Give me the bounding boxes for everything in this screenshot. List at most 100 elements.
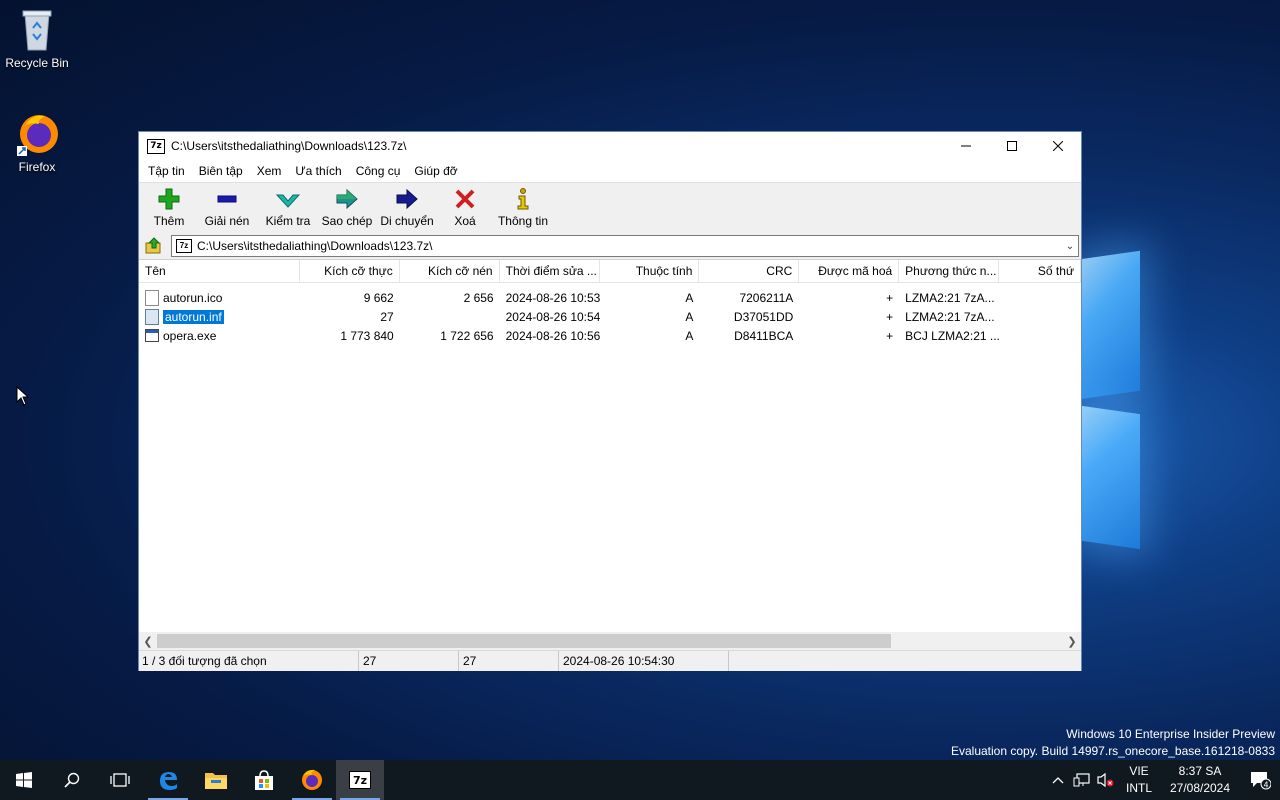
- file-crc: D37051DD: [733, 309, 794, 324]
- col-header-packed-size[interactable]: Kích cỡ nén: [400, 260, 500, 282]
- edge-icon: [160, 772, 177, 790]
- delete-button-label: Xoá: [454, 214, 476, 228]
- file-attributes: A: [685, 328, 694, 343]
- test-button-label: Kiểm tra: [265, 214, 311, 228]
- col-header-size[interactable]: Kích cỡ thực: [300, 260, 400, 282]
- scroll-thumb[interactable]: [157, 634, 891, 648]
- scroll-left-arrow-icon[interactable]: ❮: [139, 635, 157, 648]
- search-icon: [64, 772, 80, 788]
- up-folder-button[interactable]: [143, 235, 165, 257]
- menu-bar: Tập tin Biên tập Xem Ưa thích Công cụ Gi…: [139, 160, 1081, 182]
- 7zip-app-icon: 7z: [147, 138, 165, 154]
- chevron-down-icon[interactable]: ⌄: [1062, 241, 1078, 252]
- menu-help[interactable]: Giúp đỡ: [407, 164, 464, 178]
- task-view-button[interactable]: [96, 760, 144, 800]
- network-button[interactable]: [1070, 760, 1094, 800]
- col-header-index[interactable]: Số thứ: [999, 260, 1081, 282]
- keyboard-layout: INTL: [1125, 781, 1152, 795]
- file-encrypted: +: [886, 309, 894, 324]
- file-row[interactable]: autorun.ico 9 662 2 656 2024-08-26 10:53…: [139, 288, 1081, 307]
- status-modified: 2024-08-26 10:54:30: [559, 651, 729, 671]
- desktop-icon-firefox[interactable]: Firefox: [0, 112, 74, 174]
- add-button-label: Thêm: [153, 214, 185, 228]
- file-row-selected[interactable]: autorun.inf 27 2024-08-26 10:54 A D37051…: [139, 307, 1081, 326]
- exe-file-icon: [145, 329, 159, 342]
- show-hidden-icons-button[interactable]: [1046, 760, 1070, 800]
- horizontal-scrollbar[interactable]: ❮ ❯: [139, 632, 1081, 650]
- file-method: LZMA2:21 7zA...: [905, 309, 995, 324]
- col-header-encrypted[interactable]: Được mã hoá: [799, 260, 900, 282]
- file-list-header: Tên Kích cỡ thực Kích cỡ nén Thời điểm s…: [139, 260, 1081, 283]
- action-center-button[interactable]: 4: [1240, 760, 1280, 800]
- taskbar-file-explorer[interactable]: [192, 760, 240, 800]
- status-bar: 1 / 3 đối tượng đã chọn 27 27 2024-08-26…: [139, 650, 1081, 671]
- search-button[interactable]: [48, 760, 96, 800]
- file-attributes: A: [685, 290, 694, 305]
- move-button[interactable]: Di chuyển: [379, 183, 435, 229]
- col-header-attributes[interactable]: Thuộc tính: [600, 260, 700, 282]
- maximize-button[interactable]: [989, 132, 1035, 160]
- file-crc: 7206211A: [739, 290, 794, 305]
- menu-edit[interactable]: Biên tập: [192, 164, 250, 178]
- close-button[interactable]: [1035, 132, 1081, 160]
- file-list: Tên Kích cỡ thực Kích cỡ nén Thời điểm s…: [139, 260, 1081, 632]
- clock-date: 27/08/2024: [1169, 781, 1231, 795]
- desktop-icon-label: Firefox: [18, 160, 56, 174]
- file-method: LZMA2:21 7zA...: [905, 290, 995, 305]
- svg-text:7z: 7z: [353, 774, 367, 787]
- file-row[interactable]: opera.exe 1 773 840 1 722 656 2024-08-26…: [139, 326, 1081, 345]
- scroll-right-arrow-icon[interactable]: ❯: [1063, 635, 1081, 648]
- extract-button[interactable]: Giải nén: [199, 183, 255, 229]
- taskbar-edge[interactable]: [144, 760, 192, 800]
- file-attributes: A: [685, 309, 694, 324]
- file-modified: 2024-08-26 10:53: [505, 290, 600, 305]
- info-button[interactable]: Thông tin: [495, 183, 551, 229]
- menu-view[interactable]: Xem: [250, 164, 289, 178]
- clock-time: 8:37 SA: [1178, 764, 1222, 778]
- col-header-method[interactable]: Phương thức n...: [899, 260, 1000, 282]
- chevron-up-icon: [1052, 777, 1064, 784]
- copy-button-label: Sao chép: [321, 214, 373, 228]
- title-bar[interactable]: 7z C:\Users\itsthedaliathing\Downloads\1…: [139, 132, 1081, 160]
- firefox-icon: [302, 769, 322, 790]
- desktop-icon-label: Recycle Bin: [5, 56, 69, 70]
- clock[interactable]: 8:37 SA 27/08/2024: [1160, 763, 1240, 797]
- col-header-modified[interactable]: Thời điểm sửa ...: [500, 260, 600, 282]
- notification-icon: 4: [1251, 772, 1271, 790]
- taskbar-7zip[interactable]: 7z: [336, 760, 384, 800]
- add-button[interactable]: Thêm: [145, 183, 193, 229]
- test-button[interactable]: Kiểm tra: [261, 183, 315, 229]
- watermark-line-1: Windows 10 Enterprise Insider Preview: [1066, 727, 1275, 741]
- copy-button[interactable]: Sao chép: [321, 183, 373, 229]
- desktop-icon-recycle-bin[interactable]: Recycle Bin: [0, 8, 74, 70]
- delete-button[interactable]: Xoá: [441, 183, 489, 229]
- store-icon: [255, 770, 273, 790]
- file-crc: D8411BCA: [734, 328, 794, 343]
- file-settings-icon: [145, 308, 159, 325]
- file-size: 27: [380, 309, 394, 324]
- file-packed-size: 1 722 656: [440, 328, 494, 343]
- taskbar-firefox[interactable]: [288, 760, 336, 800]
- menu-tools[interactable]: Công cụ: [349, 164, 408, 178]
- status-selection: 1 / 3 đối tượng đã chọn: [139, 651, 359, 671]
- path-combobox[interactable]: 7z C:\Users\itsthedaliathing\Downloads\1…: [171, 235, 1079, 257]
- file-size: 9 662: [363, 290, 394, 305]
- col-header-name[interactable]: Tên: [139, 260, 300, 282]
- col-header-crc[interactable]: CRC: [699, 260, 800, 282]
- scroll-track[interactable]: [157, 634, 1063, 648]
- system-tray: VIE INTL 8:37 SA 27/08/2024 4: [1046, 760, 1280, 800]
- info-button-label: Thông tin: [497, 214, 549, 228]
- taskbar-store[interactable]: [240, 760, 288, 800]
- file-name: autorun.ico: [163, 290, 223, 305]
- start-button[interactable]: [0, 760, 48, 800]
- menu-favorites[interactable]: Ưa thích: [288, 164, 348, 178]
- menu-file[interactable]: Tập tin: [141, 164, 192, 178]
- minimize-button[interactable]: [943, 132, 989, 160]
- 7zip-archive-icon: 7z: [176, 239, 192, 253]
- volume-button[interactable]: [1094, 760, 1118, 800]
- input-language-button[interactable]: VIE INTL: [1118, 763, 1160, 797]
- notification-count: 4: [1263, 781, 1268, 790]
- file-icon: [145, 289, 159, 306]
- extract-minus-icon: [217, 195, 237, 203]
- firefox-icon: [17, 112, 58, 156]
